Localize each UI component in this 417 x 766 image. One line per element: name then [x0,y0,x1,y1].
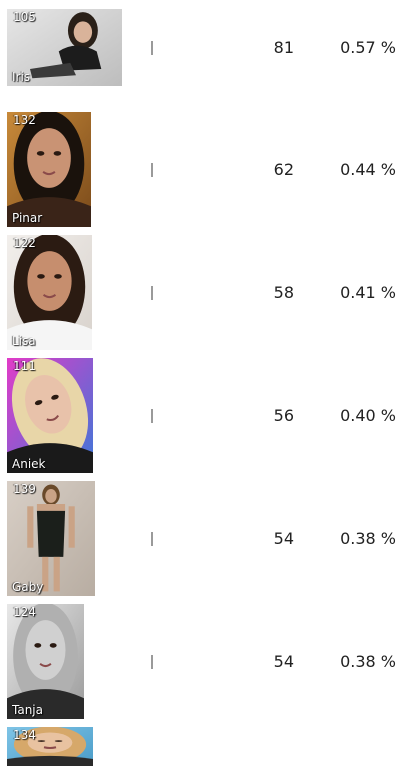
contestant-name: Tanja [12,703,43,717]
vote-share-bar [151,163,153,177]
vote-share-bar [151,41,153,55]
contestant-thumbnail[interactable]: 105 Iris [7,9,122,86]
contestant-number: 105 [13,10,36,24]
result-row: 105 Iris 81 0.57 % [0,9,417,86]
contestant-thumbnail[interactable]: 132 Pinar [7,112,91,227]
vote-percentage: 0.40 % [340,406,396,425]
contestant-number: 111 [13,359,36,373]
contestant-photo [7,481,95,596]
vote-share-bar [151,655,153,669]
contestant-photo [7,604,84,719]
contestant-number: 139 [13,482,36,496]
contestant-number: 124 [13,605,36,619]
vote-count: 81 [273,38,294,57]
result-row: 122 Lisa 58 0.41 % [0,235,417,350]
results-list: 105 Iris 81 0.57 % 132 Pinar 62 0.44 % 122 Lisa 58… [0,0,417,766]
vote-count: 56 [273,406,294,425]
contestant-photo [7,358,93,473]
contestant-name: Aniek [12,457,46,471]
result-row: 124 Tanja 54 0.38 % [0,604,417,719]
vote-count: 62 [273,160,294,179]
contestant-number: 134 [13,728,36,742]
vote-count: 58 [273,283,294,302]
vote-percentage: 0.44 % [340,160,396,179]
result-row: 111 Aniek 56 0.40 % [0,358,417,473]
vote-share-bar [151,409,153,423]
vote-share-bar [151,532,153,546]
contestant-name: Iris [12,70,31,84]
contestant-thumbnail[interactable]: 122 Lisa [7,235,92,350]
contestant-name: Lisa [12,334,36,348]
contestant-thumbnail[interactable]: 111 Aniek [7,358,93,473]
contestant-name: Gaby [12,580,44,594]
contestant-number: 122 [13,236,36,250]
contestant-thumbnail[interactable]: 139 Gaby [7,481,95,596]
vote-percentage: 0.38 % [340,652,396,671]
result-row: 139 Gaby 54 0.38 % [0,481,417,596]
contestant-number: 132 [13,113,36,127]
contestant-thumbnail[interactable]: 124 Tanja [7,604,84,719]
vote-count: 54 [273,652,294,671]
vote-percentage: 0.57 % [340,38,396,57]
result-row: 134 [0,727,417,766]
contestant-name: Pinar [12,211,43,225]
vote-percentage: 0.41 % [340,283,396,302]
contestant-photo [7,112,91,227]
vote-share-bar [151,286,153,300]
vote-count: 54 [273,529,294,548]
vote-percentage: 0.38 % [340,529,396,548]
contestant-photo [7,235,92,350]
result-row: 132 Pinar 62 0.44 % [0,112,417,227]
contestant-thumbnail[interactable]: 134 [7,727,93,766]
